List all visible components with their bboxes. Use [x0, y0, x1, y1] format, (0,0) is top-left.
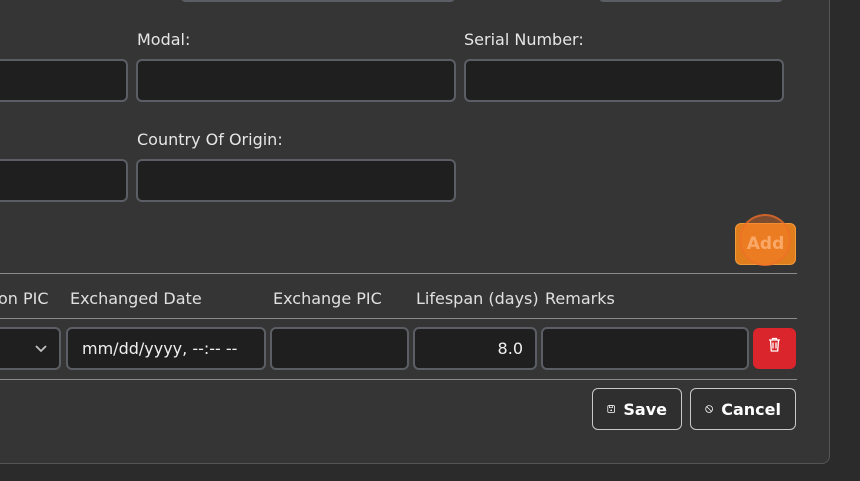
col-header-lifespan: Lifespan (days): [416, 289, 539, 308]
save-button-label: Save: [623, 399, 667, 419]
save-button[interactable]: Save: [592, 388, 682, 430]
col-header-remarks: Remarks: [545, 289, 615, 308]
delete-row-button[interactable]: [753, 328, 796, 369]
left-input-row2[interactable]: [0, 159, 128, 202]
exchanged-date-value: mm/dd/yyyy, --:-- --: [82, 339, 238, 358]
country-of-origin-label: Country Of Origin:: [137, 130, 283, 149]
modal-label: Modal:: [137, 30, 191, 49]
serial-number-input[interactable]: [464, 59, 784, 102]
ban-icon: [705, 405, 713, 413]
exchange-pic-input[interactable]: [270, 327, 409, 370]
col-header-pic: on PIC: [0, 289, 49, 308]
table-bottom-border: [0, 379, 797, 380]
left-input-row1[interactable]: [0, 59, 128, 102]
chevron-down-icon: [35, 345, 47, 353]
trash-icon: [769, 337, 780, 352]
serial-number-label: Serial Number:: [464, 30, 584, 49]
top-input-partial-right[interactable]: [598, 0, 784, 2]
cancel-button[interactable]: Cancel: [690, 388, 796, 430]
col-header-exchanged-date: Exchanged Date: [70, 289, 202, 308]
cancel-button-label: Cancel: [721, 399, 781, 419]
click-ripple: [739, 214, 791, 266]
top-input-partial[interactable]: [180, 0, 456, 2]
pic-select[interactable]: [0, 327, 61, 370]
table-header-border: [0, 318, 797, 319]
floppy-disk-icon: [607, 405, 615, 413]
col-header-exchange-pic: Exchange PIC: [273, 289, 382, 308]
table-top-border: [0, 273, 797, 274]
remarks-input[interactable]: [541, 327, 749, 370]
modal-input[interactable]: [136, 59, 456, 102]
country-of-origin-input[interactable]: [136, 159, 456, 202]
lifespan-value: 8.0: [497, 339, 523, 358]
